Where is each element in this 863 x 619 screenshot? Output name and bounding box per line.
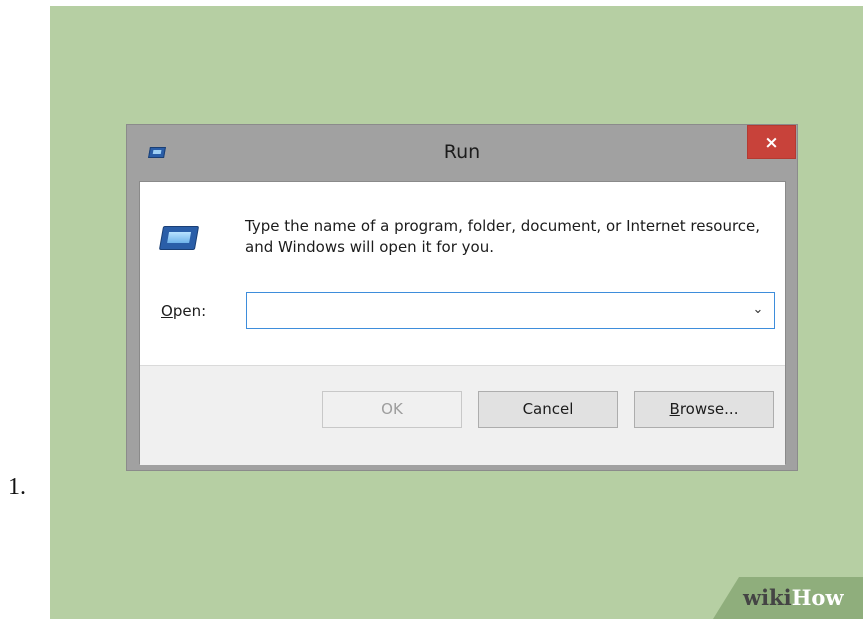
open-input[interactable] [247,293,737,328]
title-bar[interactable]: Run × [127,125,797,181]
watermark-wiki: wiki [743,585,792,610]
dialog-title: Run [443,141,481,163]
wikihow-watermark: wikiHow [713,577,863,619]
open-label-accel: O [161,302,173,320]
browse-rest: rowse... [679,400,739,418]
watermark-how: How [791,585,844,610]
browse-accel: B [669,400,680,418]
run-program-icon [158,226,200,250]
dialog-body: Type the name of a program, folder, docu… [139,181,786,465]
close-icon: × [764,133,779,153]
ok-button[interactable]: OK [322,391,462,428]
open-label: Open: [161,302,206,320]
list-number: 1. [8,474,26,500]
chevron-down-icon[interactable]: ⌄ [748,300,768,320]
run-dialog: Run × Type the name of a program, folder… [126,124,798,471]
instruction-text: Type the name of a program, folder, docu… [245,217,761,256]
open-combobox[interactable]: ⌄ [246,292,775,329]
cancel-button[interactable]: Cancel [478,391,618,428]
illustration-canvas: Run × Type the name of a program, folder… [50,6,863,619]
open-label-rest: pen: [172,302,207,320]
browse-button[interactable]: Browse... [634,391,774,428]
close-button[interactable]: × [747,125,796,159]
